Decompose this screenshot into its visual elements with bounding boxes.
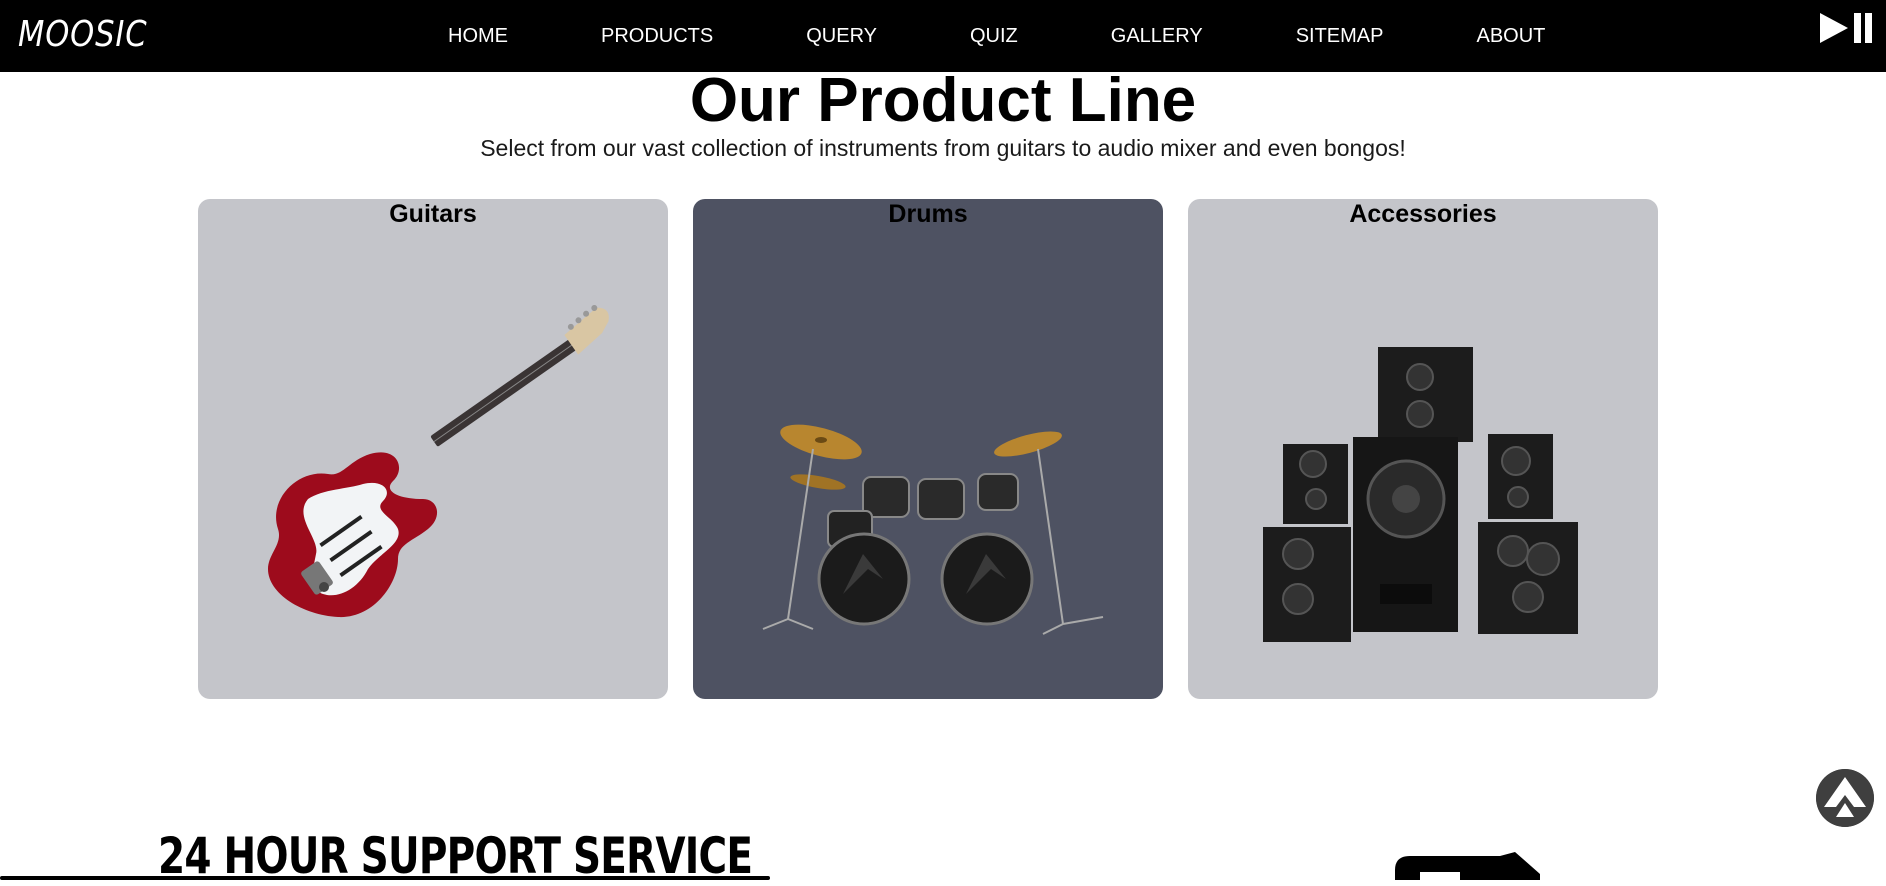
nav-link-home[interactable]: HOME [448, 25, 508, 48]
nav-link-query[interactable]: QUERY [806, 25, 877, 48]
support-divider [0, 876, 770, 880]
nav-link-sitemap[interactable]: SITEMAP [1296, 25, 1384, 48]
speakers-image [1263, 347, 1578, 642]
card-title-guitars: Guitars [389, 200, 477, 228]
nav-link-about[interactable]: ABOUT [1476, 25, 1545, 48]
navbar: MOOSIC HOME PRODUCTS QUERY QUIZ GALLERY … [0, 0, 1886, 72]
page-title: Our Product Line [689, 66, 1197, 135]
nav-links: HOME PRODUCTS QUERY QUIZ GALLERY SITEMAP… [448, 0, 1545, 72]
card-title-accessories: Accessories [1349, 200, 1497, 228]
nav-link-products[interactable]: PRODUCTS [601, 25, 713, 48]
electric-guitar-image [268, 304, 609, 618]
nav-link-quiz[interactable]: QUIZ [970, 25, 1018, 48]
nav-link-gallery[interactable]: GALLERY [1111, 25, 1203, 48]
play-pause-icon[interactable] [1818, 12, 1874, 44]
page-subtitle: Select from our vast collection of instr… [480, 135, 1406, 161]
product-cards: Guitars Drums Accessories [198, 199, 1658, 699]
site-logo[interactable]: MOOSIC [18, 14, 147, 55]
card-title-drums: Drums [888, 200, 968, 228]
drum-kit-image [762, 424, 1104, 635]
arrow-up-icon[interactable] [1816, 769, 1874, 827]
card-accessories[interactable]: Accessories [1188, 199, 1658, 699]
support-icon [1395, 852, 1540, 880]
card-guitars[interactable]: Guitars [198, 199, 668, 699]
card-drums[interactable]: Drums [693, 199, 1163, 699]
